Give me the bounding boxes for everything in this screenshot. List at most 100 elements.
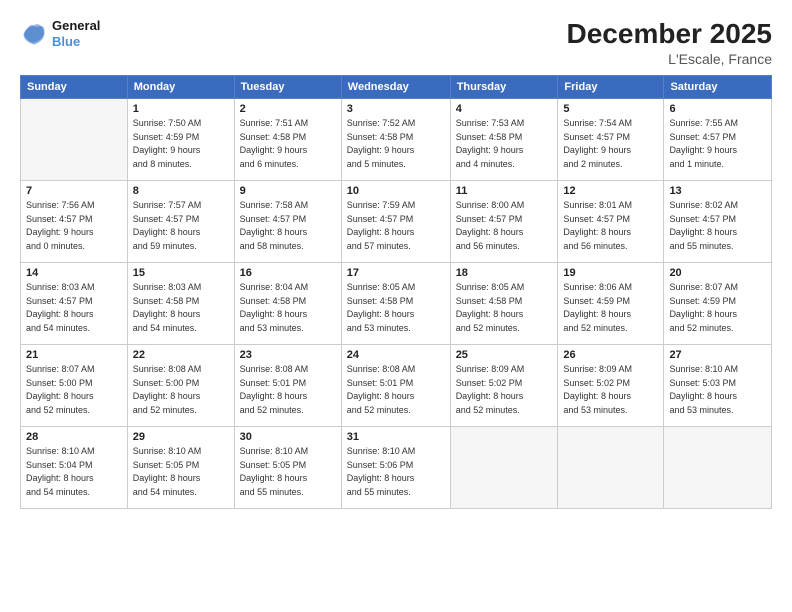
- day-info: Sunrise: 8:05 AM Sunset: 4:58 PM Dayligh…: [456, 281, 553, 335]
- weekday-header-monday: Monday: [127, 76, 234, 99]
- day-info: Sunrise: 8:09 AM Sunset: 5:02 PM Dayligh…: [456, 363, 553, 417]
- calendar-cell: 1 Sunrise: 7:50 AM Sunset: 4:59 PM Daylig…: [127, 99, 234, 181]
- week-row-4: 28 Sunrise: 8:10 AM Sunset: 5:04 PM Dayli…: [21, 427, 772, 509]
- day-number: 1: [133, 103, 229, 115]
- day-number: 16: [240, 267, 336, 279]
- day-info: Sunrise: 8:10 AM Sunset: 5:06 PM Dayligh…: [347, 445, 445, 499]
- calendar-cell: 23 Sunrise: 8:08 AM Sunset: 5:01 PM Dayli…: [234, 345, 341, 427]
- calendar-cell: 17Sunrise: 8:05 AM Sunset: 4:58 PM Dayli…: [341, 263, 450, 345]
- calendar-cell: 11Sunrise: 8:00 AM Sunset: 4:57 PM Dayli…: [450, 181, 558, 263]
- day-number: 7: [26, 185, 122, 197]
- day-info: Sunrise: 8:10 AM Sunset: 5:04 PM Dayligh…: [26, 445, 122, 499]
- logo-icon: [20, 20, 48, 48]
- day-number: 11: [456, 185, 553, 197]
- day-info: Sunrise: 8:07 AM Sunset: 5:00 PM Dayligh…: [26, 363, 122, 417]
- calendar-cell: [21, 99, 128, 181]
- calendar-cell: 22Sunrise: 8:08 AM Sunset: 5:00 PM Dayli…: [127, 345, 234, 427]
- day-number: 14: [26, 267, 122, 279]
- calendar-cell: 4Sunrise: 7:53 AM Sunset: 4:58 PM Daylig…: [450, 99, 558, 181]
- day-info: Sunrise: 8:10 AM Sunset: 5:05 PM Dayligh…: [133, 445, 229, 499]
- calendar-cell: 14 Sunrise: 8:03 AM Sunset: 4:57 PM Dayli…: [21, 263, 128, 345]
- calendar-cell: 24Sunrise: 8:08 AM Sunset: 5:01 PM Dayli…: [341, 345, 450, 427]
- day-info: Sunrise: 8:07 AM Sunset: 4:59 PM Dayligh…: [669, 281, 766, 335]
- calendar-cell: 10 Sunrise: 7:59 AM Sunset: 4:57 PM Dayli…: [341, 181, 450, 263]
- calendar-cell: 26Sunrise: 8:09 AM Sunset: 5:02 PM Dayli…: [558, 345, 664, 427]
- weekday-header-friday: Friday: [558, 76, 664, 99]
- calendar-table: SundayMondayTuesdayWednesdayThursdayFrid…: [20, 75, 772, 509]
- day-number: 5: [563, 103, 658, 115]
- location-subtitle: L'Escale, France: [567, 51, 772, 67]
- logo-text: General Blue: [52, 18, 100, 49]
- day-number: 22: [133, 349, 229, 361]
- week-row-2: 14 Sunrise: 8:03 AM Sunset: 4:57 PM Dayli…: [21, 263, 772, 345]
- calendar-cell: 21 Sunrise: 8:07 AM Sunset: 5:00 PM Dayli…: [21, 345, 128, 427]
- day-info: Sunrise: 8:03 AM Sunset: 4:57 PM Dayligh…: [26, 281, 122, 335]
- day-number: 24: [347, 349, 445, 361]
- calendar-cell: 15Sunrise: 8:03 AM Sunset: 4:58 PM Dayli…: [127, 263, 234, 345]
- day-info: Sunrise: 8:01 AM Sunset: 4:57 PM Dayligh…: [563, 199, 658, 253]
- day-number: 20: [669, 267, 766, 279]
- day-number: 27: [669, 349, 766, 361]
- day-info: Sunrise: 7:55 AM Sunset: 4:57 PM Dayligh…: [669, 117, 766, 171]
- calendar-cell: [450, 427, 558, 509]
- day-info: Sunrise: 7:50 AM Sunset: 4:59 PM Dayligh…: [133, 117, 229, 171]
- day-number: 12: [563, 185, 658, 197]
- week-row-1: 7 Sunrise: 7:56 AM Sunset: 4:57 PM Daylig…: [21, 181, 772, 263]
- title-section: December 2025 L'Escale, France: [567, 18, 772, 67]
- header: General Blue December 2025 L'Escale, Fra…: [20, 18, 772, 67]
- day-info: Sunrise: 8:08 AM Sunset: 5:01 PM Dayligh…: [240, 363, 336, 417]
- calendar-cell: 3Sunrise: 7:52 AM Sunset: 4:58 PM Daylig…: [341, 99, 450, 181]
- day-number: 13: [669, 185, 766, 197]
- calendar-cell: 19Sunrise: 8:06 AM Sunset: 4:59 PM Dayli…: [558, 263, 664, 345]
- day-number: 10: [347, 185, 445, 197]
- calendar-cell: 31 Sunrise: 8:10 AM Sunset: 5:06 PM Dayli…: [341, 427, 450, 509]
- day-number: 3: [347, 103, 445, 115]
- day-info: Sunrise: 8:10 AM Sunset: 5:03 PM Dayligh…: [669, 363, 766, 417]
- calendar-cell: 28 Sunrise: 8:10 AM Sunset: 5:04 PM Dayli…: [21, 427, 128, 509]
- day-number: 21: [26, 349, 122, 361]
- calendar-cell: 13 Sunrise: 8:02 AM Sunset: 4:57 PM Dayli…: [664, 181, 772, 263]
- weekday-header-tuesday: Tuesday: [234, 76, 341, 99]
- calendar-cell: 5 Sunrise: 7:54 AM Sunset: 4:57 PM Daylig…: [558, 99, 664, 181]
- weekday-header-sunday: Sunday: [21, 76, 128, 99]
- calendar-body: 1 Sunrise: 7:50 AM Sunset: 4:59 PM Daylig…: [21, 99, 772, 509]
- day-number: 2: [240, 103, 336, 115]
- day-info: Sunrise: 7:58 AM Sunset: 4:57 PM Dayligh…: [240, 199, 336, 253]
- day-number: 23: [240, 349, 336, 361]
- day-info: Sunrise: 7:59 AM Sunset: 4:57 PM Dayligh…: [347, 199, 445, 253]
- day-number: 28: [26, 431, 122, 443]
- week-row-3: 21 Sunrise: 8:07 AM Sunset: 5:00 PM Dayli…: [21, 345, 772, 427]
- calendar-cell: 16 Sunrise: 8:04 AM Sunset: 4:58 PM Dayli…: [234, 263, 341, 345]
- calendar-cell: 9Sunrise: 7:58 AM Sunset: 4:57 PM Daylig…: [234, 181, 341, 263]
- calendar-cell: 20 Sunrise: 8:07 AM Sunset: 4:59 PM Dayli…: [664, 263, 772, 345]
- weekday-header-thursday: Thursday: [450, 76, 558, 99]
- logo-line1: General: [52, 18, 100, 34]
- calendar-cell: 6 Sunrise: 7:55 AM Sunset: 4:57 PM Daylig…: [664, 99, 772, 181]
- day-number: 30: [240, 431, 336, 443]
- weekday-header-saturday: Saturday: [664, 76, 772, 99]
- day-info: Sunrise: 7:54 AM Sunset: 4:57 PM Dayligh…: [563, 117, 658, 171]
- day-number: 15: [133, 267, 229, 279]
- day-info: Sunrise: 7:56 AM Sunset: 4:57 PM Dayligh…: [26, 199, 122, 253]
- day-info: Sunrise: 8:04 AM Sunset: 4:58 PM Dayligh…: [240, 281, 336, 335]
- calendar-cell: 30Sunrise: 8:10 AM Sunset: 5:05 PM Dayli…: [234, 427, 341, 509]
- calendar-cell: 2 Sunrise: 7:51 AM Sunset: 4:58 PM Daylig…: [234, 99, 341, 181]
- day-number: 25: [456, 349, 553, 361]
- day-info: Sunrise: 8:02 AM Sunset: 4:57 PM Dayligh…: [669, 199, 766, 253]
- day-number: 6: [669, 103, 766, 115]
- calendar-cell: 8Sunrise: 7:57 AM Sunset: 4:57 PM Daylig…: [127, 181, 234, 263]
- calendar-cell: 25 Sunrise: 8:09 AM Sunset: 5:02 PM Dayli…: [450, 345, 558, 427]
- logo: General Blue: [20, 18, 100, 49]
- day-number: 4: [456, 103, 553, 115]
- calendar-cell: 12 Sunrise: 8:01 AM Sunset: 4:57 PM Dayli…: [558, 181, 664, 263]
- day-number: 26: [563, 349, 658, 361]
- week-row-0: 1 Sunrise: 7:50 AM Sunset: 4:59 PM Daylig…: [21, 99, 772, 181]
- calendar-cell: 7 Sunrise: 7:56 AM Sunset: 4:57 PM Daylig…: [21, 181, 128, 263]
- day-number: 31: [347, 431, 445, 443]
- calendar-header: SundayMondayTuesdayWednesdayThursdayFrid…: [21, 76, 772, 99]
- day-info: Sunrise: 8:05 AM Sunset: 4:58 PM Dayligh…: [347, 281, 445, 335]
- day-info: Sunrise: 7:51 AM Sunset: 4:58 PM Dayligh…: [240, 117, 336, 171]
- calendar-cell: 18Sunrise: 8:05 AM Sunset: 4:58 PM Dayli…: [450, 263, 558, 345]
- day-number: 8: [133, 185, 229, 197]
- day-number: 19: [563, 267, 658, 279]
